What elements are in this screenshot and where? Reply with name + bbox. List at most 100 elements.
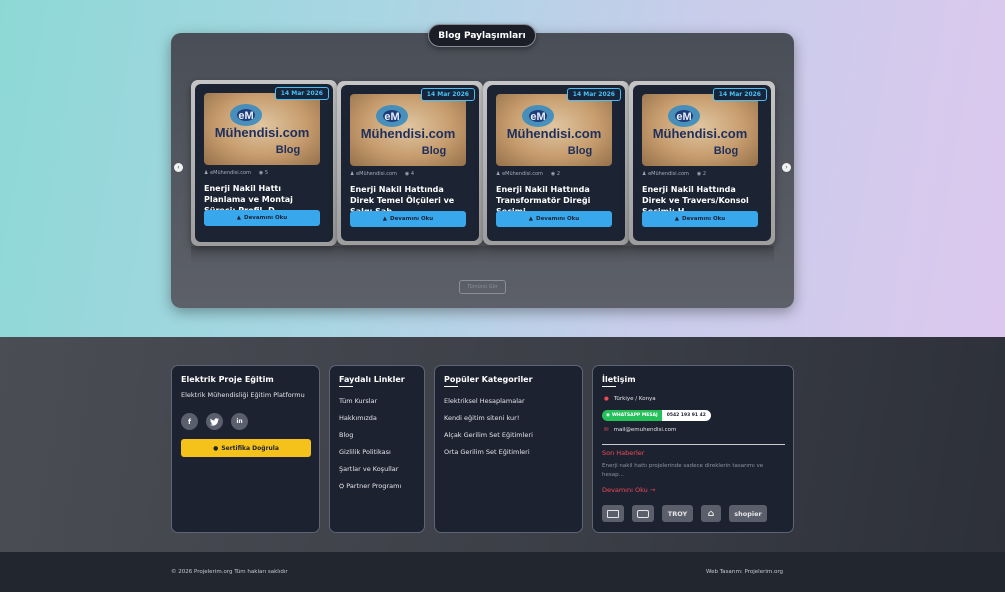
shopier-badge: shopier	[729, 505, 767, 522]
twitter-icon[interactable]	[206, 413, 223, 430]
post-views: ◉ 2	[696, 171, 707, 177]
post-date-badge: 14 Mar 2026	[566, 88, 621, 101]
news-excerpt: Enerji nakil hattı projelerinde sadece d…	[602, 463, 764, 478]
news-read-more-label: Devamını Oku	[602, 486, 648, 494]
svg-text:Blog: Blog	[422, 145, 446, 157]
whatsapp-phone: 0542 193 91 42	[661, 410, 711, 421]
footer-link-about[interactable]: Hakkımızda	[339, 414, 401, 431]
emuhendisi-logo-image: eM Mühendisi.com Blog	[215, 104, 310, 156]
post-views: ◉ 5	[258, 170, 269, 176]
emuhendisi-logo-image: eM Mühendisi.com Blog	[653, 105, 748, 157]
location-pin-icon: ●	[604, 396, 609, 402]
read-more-label: Devamını Oku	[682, 216, 726, 222]
footer-contact-card: İletişim ● Türkiye / Konya ◉ WHATSAPP ME…	[592, 365, 794, 533]
footer-link-partner[interactable]: ⛭ Partner Programı	[339, 482, 401, 499]
post-thumbnail[interactable]: eM Mühendisi.com Blog	[350, 94, 466, 166]
show-all-button[interactable]: Tümünü Gör	[459, 280, 506, 294]
post-meta: ♟ eMühendisi.com ◉ 2	[642, 171, 706, 177]
footer-about-title: Elektrik Proje Eğitim	[181, 375, 274, 384]
categories-list: Elektriksel Hesaplamalar Kendi eğitim si…	[444, 397, 533, 465]
title-underline	[444, 386, 458, 387]
post-date-badge: 14 Mar 2026	[274, 87, 329, 100]
footer-link-blog[interactable]: Blog	[339, 431, 401, 448]
read-more-label: Devamını Oku	[536, 216, 580, 222]
bottom-bar: © 2026 Projelerim.org Tüm hakları saklıd…	[0, 552, 1005, 592]
arrow-right-icon: →	[647, 486, 656, 494]
post-meta: ♟ eMühendisi.com ◉ 5	[204, 170, 268, 176]
contact-title: İletişim	[602, 375, 636, 384]
svg-text:Blog: Blog	[276, 144, 300, 156]
post-author: ♟ eMühendisi.com	[496, 171, 543, 177]
book-icon: ▲	[528, 216, 534, 222]
post-thumbnail[interactable]: eM Mühendisi.com Blog	[204, 93, 320, 165]
social-links: f in	[181, 413, 248, 430]
post-meta: ♟ eMühendisi.com ◉ 2	[496, 171, 560, 177]
post-views: ◉ 4	[404, 171, 415, 177]
designer-credit[interactable]: Web Tasarım: Projelerim.org	[706, 569, 783, 575]
emuhendisi-logo-image: eM Mühendisi.com Blog	[361, 105, 456, 157]
svg-text:Mühendisi.com: Mühendisi.com	[653, 126, 748, 141]
footer-about-subtitle: Elektrik Mühendisliği Eğitim Platformu	[181, 391, 305, 399]
carousel-shadow	[191, 246, 774, 264]
whatsapp-button[interactable]: ◉ WHATSAPP MESAJ 0542 193 91 42	[602, 410, 711, 421]
read-more-button[interactable]: ▲ Devamını Oku	[642, 211, 758, 227]
category-link[interactable]: Alçak Gerilim Set Eğitimleri	[444, 431, 533, 448]
contact-divider	[602, 444, 785, 445]
svg-text:Mühendisi.com: Mühendisi.com	[361, 126, 456, 141]
book-icon: ▲	[236, 215, 242, 221]
footer-link-terms[interactable]: Şartlar ve Koşullar	[339, 465, 401, 482]
contact-location: ● Türkiye / Konya	[604, 396, 656, 402]
svg-text:eM: eM	[238, 110, 253, 122]
svg-text:eM: eM	[530, 111, 545, 123]
copyright-text: © 2026 Projelerim.org Tüm hakları saklıd…	[171, 569, 288, 575]
carousel-next-button[interactable]: ›	[782, 163, 791, 172]
svg-text:Mühendisi.com: Mühendisi.com	[507, 126, 602, 141]
footer-link-partner-label: Partner Programı	[346, 482, 402, 490]
facebook-icon[interactable]: f	[181, 413, 198, 430]
emuhendisi-logo-image: eM Mühendisi.com Blog	[507, 105, 602, 157]
blog-card[interactable]: 14 Mar 2026 eM Mühendisi.com Blog ♟ eMüh…	[483, 81, 629, 245]
title-underline	[339, 386, 353, 387]
blog-card[interactable]: 14 Mar 2026 eM Mühendisi.com Blog ♟ eMüh…	[337, 81, 483, 245]
post-thumbnail[interactable]: eM Mühendisi.com Blog	[642, 94, 758, 166]
footer-link-courses[interactable]: Tüm Kurslar	[339, 397, 401, 414]
certificate-icon: ●	[213, 444, 219, 452]
whatsapp-label: WHATSAPP MESAJ	[611, 413, 658, 418]
blog-card[interactable]: 14 Mar 2026 eM Mühendisi.com Blog ♟ eMüh…	[191, 80, 337, 246]
certificate-verify-label: Sertifika Doğrula	[221, 444, 279, 452]
read-more-label: Devamını Oku	[244, 215, 288, 221]
footer-link-privacy[interactable]: Gizlilik Politikası	[339, 448, 401, 465]
chevron-right-icon: ›	[785, 164, 788, 171]
footer-categories-card: Popüler Kategoriler Elektriksel Hesaplam…	[434, 365, 583, 533]
read-more-button[interactable]: ▲ Devamını Oku	[204, 210, 320, 226]
svg-text:Blog: Blog	[568, 145, 592, 157]
linkedin-icon[interactable]: in	[231, 413, 248, 430]
category-link[interactable]: Kendi eğitim siteni kur!	[444, 414, 533, 431]
post-thumbnail[interactable]: eM Mühendisi.com Blog	[496, 94, 612, 166]
category-link[interactable]: Orta Gerilim Set Eğitimleri	[444, 448, 533, 465]
categories-title: Popüler Kategoriler	[444, 375, 533, 384]
carousel-prev-button[interactable]: ‹	[174, 163, 183, 172]
read-more-button[interactable]: ▲ Devamını Oku	[496, 211, 612, 227]
twitter-bird-icon	[210, 417, 219, 426]
footer-useful-links-card: Faydalı Linkler Tüm Kurslar Hakkımızda B…	[329, 365, 425, 533]
svg-text:eM: eM	[676, 111, 691, 123]
useful-links-title: Faydalı Linkler	[339, 375, 405, 384]
news-read-more-link[interactable]: Devamını Oku →	[602, 486, 655, 494]
read-more-button[interactable]: ▲ Devamını Oku	[350, 211, 466, 227]
certificate-verify-button[interactable]: ● Sertifika Doğrula	[181, 439, 311, 457]
post-views: ◉ 2	[550, 171, 561, 177]
blog-card[interactable]: 14 Mar 2026 eM Mühendisi.com Blog ♟ eMüh…	[629, 81, 775, 245]
post-meta: ♟ eMühendisi.com ◉ 4	[350, 171, 414, 177]
email-text: mail@emuhendisi.com	[613, 427, 677, 433]
svg-text:eM: eM	[384, 111, 399, 123]
post-author: ♟ eMühendisi.com	[350, 171, 397, 177]
contact-email[interactable]: ✉ mail@emuhendisi.com	[604, 427, 676, 433]
news-title: Son Haberler	[602, 449, 645, 457]
bank-icon: ⌂	[701, 505, 721, 522]
title-underline	[602, 386, 616, 387]
post-date-badge: 14 Mar 2026	[712, 88, 767, 101]
svg-text:Mühendisi.com: Mühendisi.com	[215, 125, 310, 140]
category-link[interactable]: Elektriksel Hesaplamalar	[444, 397, 533, 414]
visa-card-icon	[602, 505, 624, 522]
